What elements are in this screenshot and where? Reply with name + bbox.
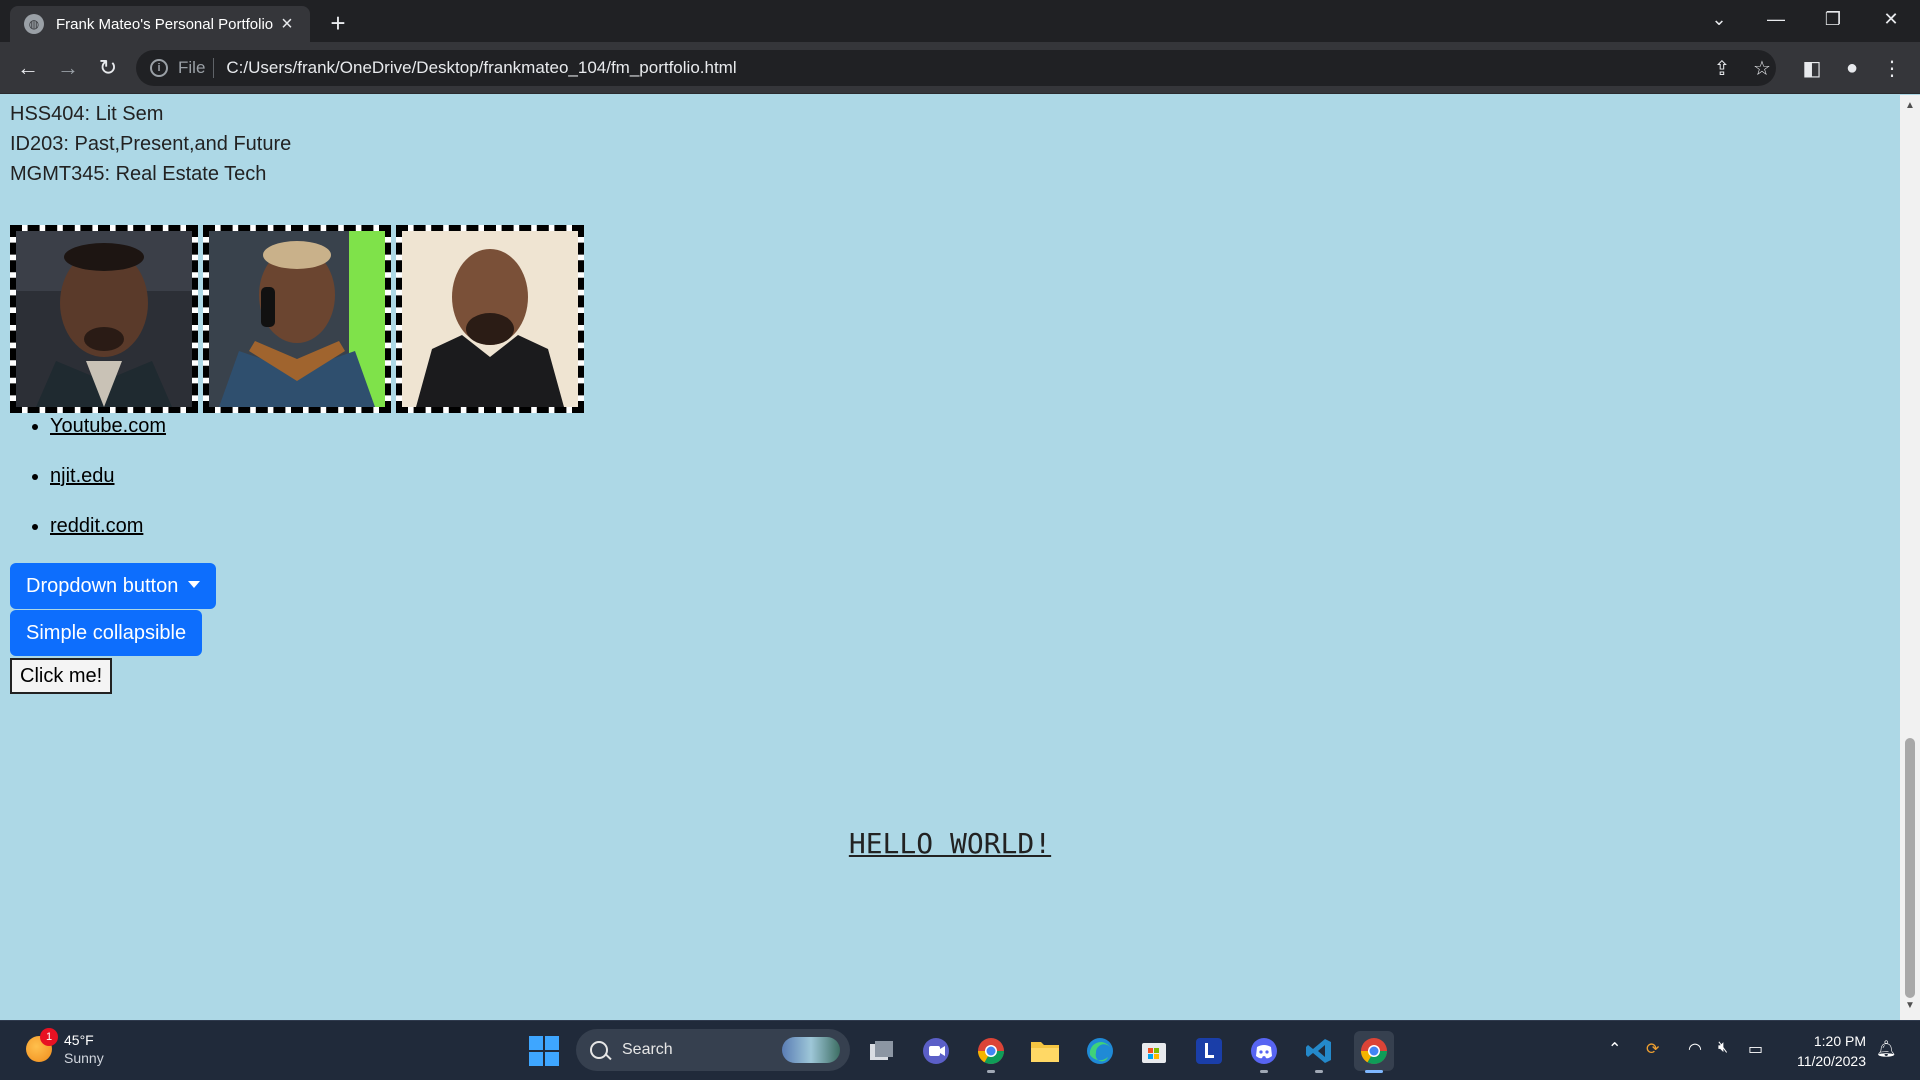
address-url: C:/Users/frank/OneDrive/Desktop/frankmat… — [226, 58, 737, 77]
microsoft-store-icon[interactable] — [1134, 1031, 1174, 1071]
address-separator — [213, 58, 215, 78]
notification-bell-icon[interactable]: 🔔︎ — [1876, 1039, 1896, 1059]
restore-button[interactable]: ❐ — [1804, 0, 1862, 38]
notification-badge: 1 — [40, 1028, 58, 1046]
collapsible-button-label: Simple collapsible — [26, 621, 187, 644]
course-list: HSS404: Lit Sem ID203: Past,Present,and … — [10, 99, 291, 189]
chrome-active-icon[interactable] — [1354, 1031, 1394, 1073]
link-njit[interactable]: njit.edu — [50, 465, 115, 487]
chrome-icon[interactable] — [971, 1031, 1011, 1073]
course-item: MGMT345: Real Estate Tech — [10, 163, 267, 185]
discord-icon[interactable] — [1244, 1031, 1284, 1073]
file-explorer-icon[interactable] — [1025, 1031, 1065, 1071]
window-close-button[interactable]: ✕ — [1862, 0, 1920, 38]
weather-desc: Sunny — [64, 1050, 104, 1066]
portrait-photo-3 — [396, 225, 584, 413]
active-indicator — [1365, 1070, 1383, 1073]
menu-icon[interactable]: ⋮ — [1878, 54, 1906, 82]
hello-world-text: HELLO WORLD! — [848, 827, 1052, 860]
clock-date: 11/20/2023 — [1796, 1053, 1866, 1069]
collapsible-button[interactable]: Simple collapsible — [10, 610, 203, 656]
search-label: Search — [622, 1041, 673, 1058]
portrait-photo-2 — [203, 225, 391, 413]
running-indicator — [1260, 1070, 1268, 1073]
link-reddit[interactable]: reddit.com — [50, 515, 143, 537]
taskbar-search[interactable]: Search — [576, 1029, 850, 1071]
list-item: njit.edu — [50, 461, 166, 491]
browser-tab[interactable]: ◍ Frank Mateo's Personal Portfolio × — [10, 6, 310, 42]
photo-gallery — [10, 225, 584, 413]
task-view-icon[interactable] — [862, 1031, 902, 1071]
weather-temp: 45°F — [64, 1032, 94, 1048]
globe-icon: ◍ — [24, 14, 44, 34]
dropdown-button-label: Dropdown button — [26, 574, 179, 597]
list-item: reddit.com — [50, 511, 166, 541]
bookmark-star-icon[interactable]: ☆ — [1748, 54, 1776, 82]
new-tab-button[interactable]: + — [323, 8, 353, 39]
sun-icon: 1 — [26, 1028, 58, 1062]
caret-down-icon — [188, 580, 201, 588]
battery-icon[interactable]: ▭ — [1748, 1039, 1763, 1059]
chevron-up-icon[interactable]: ⌃ — [1608, 1039, 1621, 1059]
info-icon[interactable]: i — [150, 59, 168, 77]
search-highlight-icon — [782, 1037, 840, 1063]
volume-muted-icon[interactable]: 🔇︎ — [1718, 1039, 1728, 1057]
list-item: Youtube.com — [50, 411, 166, 441]
link-youtube[interactable]: Youtube.com — [50, 415, 166, 437]
scrollbar-thumb[interactable] — [1905, 738, 1915, 998]
scroll-down-icon[interactable]: ▼ — [1905, 1001, 1915, 1011]
taskbar: 1 45°F Sunny Search ⌃ ⟳ ◠ 🔇︎ ▭ 1:20 PM 1… — [0, 1020, 1920, 1080]
close-tab-icon[interactable]: × — [278, 13, 296, 36]
sync-icon[interactable]: ⟳ — [1646, 1039, 1659, 1059]
address-scheme: File — [178, 58, 206, 77]
tab-search-icon[interactable]: ⌄ — [1690, 0, 1748, 38]
reload-icon[interactable]: ↻ — [92, 52, 124, 84]
vscode-icon[interactable] — [1299, 1031, 1339, 1073]
page-viewport: HSS404: Lit Sem ID203: Past,Present,and … — [0, 95, 1900, 1020]
course-item: ID203: Past,Present,and Future — [10, 133, 292, 155]
weather-widget[interactable]: 1 45°F Sunny — [26, 1028, 104, 1067]
share-icon[interactable]: ⇪ — [1708, 54, 1736, 82]
tab-title: Frank Mateo's Personal Portfolio — [56, 15, 274, 33]
system-clock[interactable]: 1:20 PM 11/20/2023 — [1797, 1031, 1866, 1071]
l-app-icon[interactable] — [1189, 1031, 1229, 1071]
running-indicator — [987, 1070, 995, 1073]
edge-icon[interactable] — [1080, 1031, 1120, 1071]
scroll-up-icon[interactable]: ▲ — [1905, 101, 1915, 111]
browser-toolbar: ← → ↻ i File C:/Users/frank/OneDrive/Des… — [0, 42, 1920, 94]
click-me-button[interactable]: Click me! — [10, 658, 113, 694]
running-indicator — [1315, 1070, 1323, 1073]
side-panel-icon[interactable]: ◧ — [1798, 54, 1826, 82]
clock-time: 1:20 PM — [1813, 1033, 1866, 1049]
minimize-button[interactable]: — — [1747, 0, 1805, 38]
dropdown-button[interactable]: Dropdown button — [10, 563, 217, 609]
address-bar[interactable]: i File C:/Users/frank/OneDrive/Desktop/f… — [136, 50, 1776, 86]
back-icon[interactable]: ← — [12, 52, 44, 84]
link-list: Youtube.com njit.edu reddit.com — [50, 411, 166, 561]
course-item: HSS404: Lit Sem — [10, 103, 164, 125]
profile-icon[interactable]: ● — [1838, 54, 1866, 82]
tab-strip: ◍ Frank Mateo's Personal Portfolio × + ⌄… — [0, 0, 1920, 42]
windows-start-icon[interactable] — [529, 1036, 559, 1066]
search-icon — [590, 1041, 608, 1059]
page-scrollbar[interactable]: ▲ ▼ — [1900, 95, 1920, 1020]
portrait-photo-1 — [10, 225, 198, 413]
teams-meet-icon[interactable] — [916, 1031, 956, 1071]
forward-icon[interactable]: → — [52, 52, 84, 84]
wifi-icon[interactable]: ◠ — [1688, 1039, 1702, 1059]
